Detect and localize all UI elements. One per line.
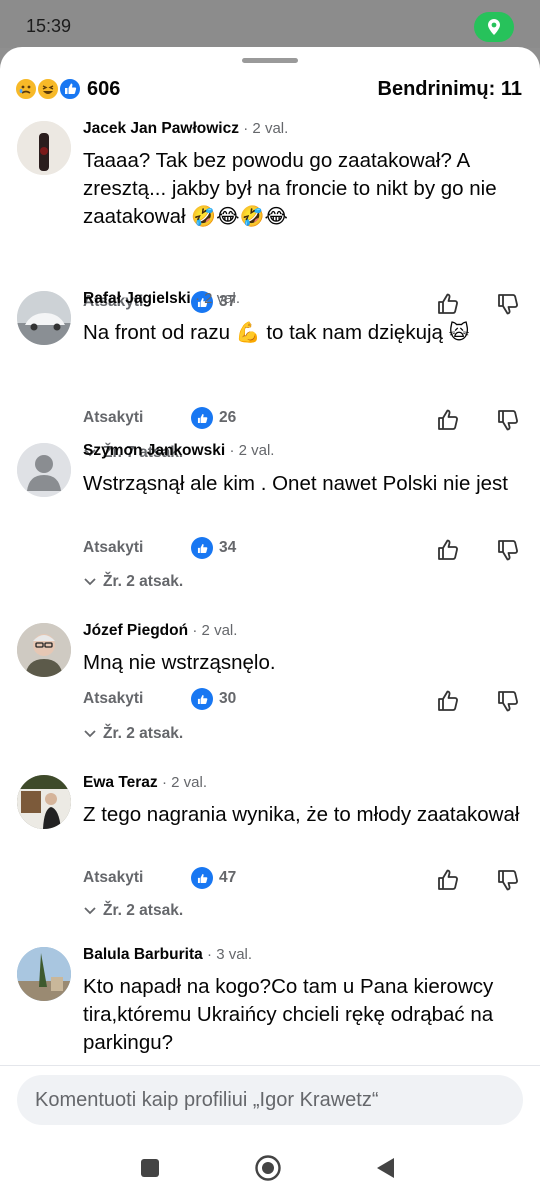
avatar[interactable] xyxy=(17,947,71,1001)
downvote-icon[interactable] xyxy=(495,688,521,714)
comment-text: Z tego nagrania wynika, że to młody zaat… xyxy=(83,803,520,826)
comment-author[interactable]: Józef Piegdoń · 2 val. xyxy=(83,622,237,640)
comment-actions: Atsakyti 34 xyxy=(83,537,523,563)
like-icon xyxy=(58,77,82,101)
view-replies-button[interactable]: Žr. 2 atsak. xyxy=(83,902,183,920)
downvote-icon[interactable] xyxy=(495,537,521,563)
reaction-summary[interactable]: 606 Bendrinimų: 11 xyxy=(0,75,540,105)
author-name[interactable]: Balula Barburita xyxy=(83,946,203,963)
comment-author[interactable]: Balula Barburita · 3 val. xyxy=(83,946,252,964)
like-count[interactable]: 34 xyxy=(191,537,236,559)
back-triangle-icon[interactable] xyxy=(370,1153,400,1183)
chevron-down-icon xyxy=(84,730,96,738)
recents-square-icon[interactable] xyxy=(135,1153,165,1183)
upvote-icon[interactable] xyxy=(435,537,461,563)
comment-time: · 3 val. xyxy=(207,946,253,963)
comment-time: · 2 val. xyxy=(192,622,238,639)
view-replies-label: Žr. 2 atsak. xyxy=(103,573,184,590)
chevron-down-icon xyxy=(84,578,96,586)
system-nav-bar xyxy=(0,1139,540,1199)
comment-actions: Atsakyti 30 xyxy=(83,688,523,714)
like-count[interactable]: 30 xyxy=(191,688,236,710)
comment-time: · 2 val. xyxy=(229,442,275,459)
comment-composer[interactable] xyxy=(17,1075,523,1125)
view-replies-button[interactable]: Žr. 2 atsak. xyxy=(83,573,183,591)
author-name[interactable]: Szymon Jankowski xyxy=(83,442,225,459)
like-badge-icon xyxy=(191,688,213,710)
home-circle-icon[interactable] xyxy=(253,1153,283,1183)
reply-button[interactable]: Atsakyti xyxy=(83,869,143,887)
like-count-value: 30 xyxy=(219,690,237,707)
author-name[interactable]: Ewa Teraz xyxy=(83,774,158,791)
reply-button[interactable]: Atsakyti xyxy=(83,690,143,708)
comment-text: Mną nie wstrząsnęlo. xyxy=(83,651,276,674)
upvote-icon[interactable] xyxy=(435,688,461,714)
comment-author[interactable]: Szymon Jankowski · 2 val. xyxy=(83,442,274,460)
upvote-icon[interactable] xyxy=(435,867,461,893)
like-badge-icon xyxy=(191,537,213,559)
share-count[interactable]: Bendrinimų: 11 xyxy=(378,78,522,101)
comment-time: · 2 val. xyxy=(161,774,207,791)
downvote-icon[interactable] xyxy=(495,867,521,893)
sheet-drag-handle[interactable] xyxy=(242,58,298,63)
divider xyxy=(0,1065,540,1066)
reaction-count: 606 xyxy=(87,78,121,100)
like-count-value: 47 xyxy=(219,869,237,886)
chevron-down-icon xyxy=(84,907,96,915)
sad-emoji-icon xyxy=(14,77,38,101)
reply-button[interactable]: Atsakyti xyxy=(83,539,143,557)
view-replies-button[interactable]: Žr. 2 atsak. xyxy=(83,725,183,743)
view-replies-label: Žr. 2 atsak. xyxy=(103,725,184,742)
like-count[interactable]: 47 xyxy=(191,867,236,889)
avatar[interactable] xyxy=(17,623,71,677)
comment-input[interactable] xyxy=(17,1075,523,1125)
view-replies-label: Žr. 2 atsak. xyxy=(103,902,184,919)
like-count-value: 34 xyxy=(219,539,237,556)
comment-actions: Atsakyti 47 xyxy=(83,867,523,893)
like-badge-icon xyxy=(191,867,213,889)
comment-list-lower: Szymon Jankowski · 2 val. Wstrząsnął ale… xyxy=(0,109,540,1066)
comment-text: Kto napadł na kogo?Co tam u Pana kierowc… xyxy=(83,975,494,1054)
avatar[interactable] xyxy=(17,775,71,829)
location-pin-icon xyxy=(474,12,514,42)
default-avatar-icon[interactable] xyxy=(17,443,71,497)
status-time: 15:39 xyxy=(26,16,72,36)
author-name[interactable]: Józef Piegdoń xyxy=(83,622,188,639)
comment-text: Wstrząsnął ale kim . Onet nawet Polski n… xyxy=(83,472,508,495)
status-bar: 15:39 xyxy=(0,0,540,48)
comment-author[interactable]: Ewa Teraz · 2 val. xyxy=(83,774,207,792)
laugh-emoji-icon xyxy=(36,77,60,101)
